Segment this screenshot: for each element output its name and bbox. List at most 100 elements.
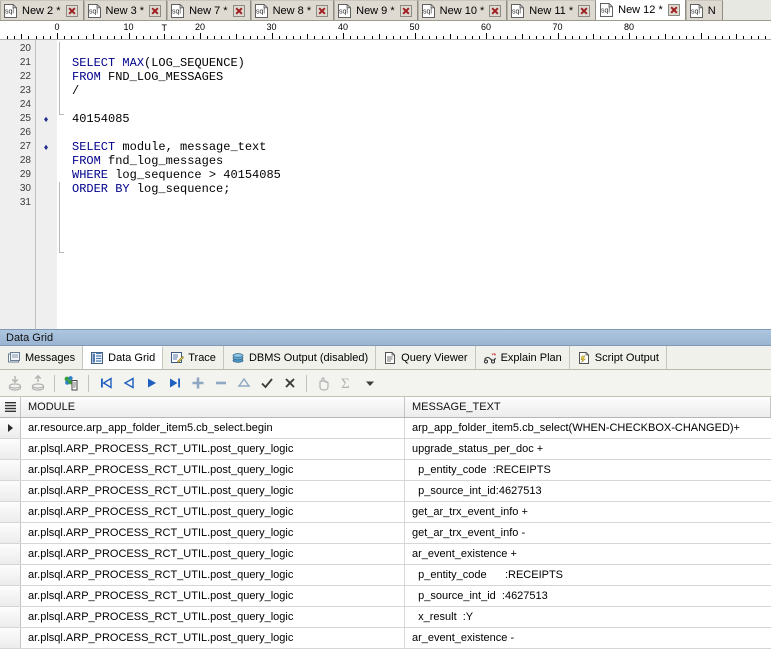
row-selector[interactable] xyxy=(0,607,21,627)
cell-module[interactable]: ar.plsql.ARP_PROCESS_RCT_UTIL.post_query… xyxy=(21,544,405,564)
bookmark-marker-column[interactable]: ♦ ♦ xyxy=(36,40,56,329)
cell-module[interactable]: ar.plsql.ARP_PROCESS_RCT_UTIL.post_query… xyxy=(21,607,405,627)
row-selector[interactable] xyxy=(0,586,21,606)
editor-tab-7[interactable]: sql New 11 * xyxy=(507,0,597,20)
commit-button[interactable] xyxy=(256,373,277,394)
grid-menu-icon xyxy=(4,402,16,412)
first-record-button[interactable] xyxy=(95,373,116,394)
row-selector[interactable] xyxy=(0,544,21,564)
editor-tab-2[interactable]: sql New 3 * xyxy=(83,0,168,20)
sql-text: / xyxy=(72,84,80,98)
more-options-button[interactable] xyxy=(359,373,380,394)
cell-module[interactable]: ar.plsql.ARP_PROCESS_RCT_UTIL.post_query… xyxy=(21,481,405,501)
results-tab-script-output[interactable]: Script Output xyxy=(569,346,667,369)
ruler-tick xyxy=(149,36,151,39)
close-icon[interactable] xyxy=(578,4,591,17)
editor-tab-3[interactable]: sql New 7 * xyxy=(167,0,251,20)
table-row[interactable]: ar.plsql.ARP_PROCESS_RCT_UTIL.post_query… xyxy=(0,565,771,586)
cell-module[interactable]: ar.plsql.ARP_PROCESS_RCT_UTIL.post_query… xyxy=(21,502,405,522)
close-icon[interactable] xyxy=(232,4,245,17)
table-row[interactable]: ar.plsql.ARP_PROCESS_RCT_UTIL.post_query… xyxy=(0,628,771,649)
editor-tab-9[interactable]: sql N xyxy=(685,0,723,20)
cell-message-text[interactable]: x_result :Y xyxy=(405,607,771,627)
column-header-message-text[interactable]: MESSAGE_TEXT xyxy=(405,397,771,417)
close-icon[interactable] xyxy=(65,4,78,17)
row-selector[interactable] xyxy=(0,481,21,501)
cell-module[interactable]: ar.resource.arp_app_folder_item5.cb_sele… xyxy=(21,418,405,438)
rollback-button[interactable] xyxy=(279,373,300,394)
cell-message-text[interactable]: get_ar_trx_event_info - xyxy=(405,523,771,543)
cell-module[interactable]: ar.plsql.ARP_PROCESS_RCT_UTIL.post_query… xyxy=(21,628,405,648)
close-icon[interactable] xyxy=(149,4,162,17)
ruler-tick xyxy=(178,36,180,39)
ruler-tick xyxy=(543,36,545,39)
delete-record-button[interactable] xyxy=(210,373,231,394)
row-selector[interactable] xyxy=(0,565,21,585)
row-selector[interactable] xyxy=(0,439,21,459)
editor-tab-label: New 7 * xyxy=(189,4,228,17)
ruler-tick xyxy=(142,36,144,39)
editor-tab-1[interactable]: sql New 2 * xyxy=(0,0,84,20)
data-grid[interactable]: MODULE MESSAGE_TEXT ar.resource.arp_app_… xyxy=(0,397,771,649)
previous-record-button[interactable] xyxy=(118,373,139,394)
cell-message-text[interactable]: p_entity_code :RECEIPTS xyxy=(405,460,771,480)
editor-tab-6[interactable]: sql New 10 * xyxy=(417,0,508,20)
cell-module[interactable]: ar.plsql.ARP_PROCESS_RCT_UTIL.post_query… xyxy=(21,565,405,585)
table-row[interactable]: ar.plsql.ARP_PROCESS_RCT_UTIL.post_query… xyxy=(0,502,771,523)
table-row[interactable]: ar.plsql.ARP_PROCESS_RCT_UTIL.post_query… xyxy=(0,586,771,607)
cell-message-text[interactable]: p_source_int_id:4627513 xyxy=(405,481,771,501)
cell-message-text[interactable]: ar_event_existence + xyxy=(405,544,771,564)
cell-message-text[interactable]: get_ar_trx_event_info + xyxy=(405,502,771,522)
close-icon[interactable] xyxy=(667,4,680,16)
results-tab-data-grid[interactable]: Data Grid xyxy=(83,346,164,369)
ruler-tick xyxy=(307,34,309,39)
table-row[interactable]: ar.plsql.ARP_PROCESS_RCT_UTIL.post_query… xyxy=(0,460,771,481)
row-selector[interactable] xyxy=(0,628,21,648)
insert-record-button[interactable] xyxy=(187,373,208,394)
results-tab-query-viewer[interactable]: Query Viewer xyxy=(376,346,476,369)
duplicate-record-button[interactable] xyxy=(233,373,254,394)
row-selector[interactable] xyxy=(0,418,21,438)
cell-message-text[interactable]: p_source_int_id :4627513 xyxy=(405,586,771,606)
data-grid-toolbar[interactable]: Σ xyxy=(0,370,771,397)
cell-message-text[interactable]: ar_event_existence - xyxy=(405,628,771,648)
row-selector[interactable] xyxy=(0,460,21,480)
code-fold-column[interactable] xyxy=(56,40,65,329)
code-text-area[interactable]: SELECT MAX(LOG_SEQUENCE) FROM FND_LOG_MES… xyxy=(65,40,771,329)
cell-message-text[interactable]: upgrade_status_per_doc + xyxy=(405,439,771,459)
cell-module[interactable]: ar.plsql.ARP_PROCESS_RCT_UTIL.post_query… xyxy=(21,523,405,543)
results-tab-explain-plan[interactable]: Explain Plan xyxy=(475,346,570,369)
data-grid-body[interactable]: ar.resource.arp_app_folder_item5.cb_sele… xyxy=(0,418,771,649)
table-row[interactable]: ar.plsql.ARP_PROCESS_RCT_UTIL.post_query… xyxy=(0,607,771,628)
next-record-button[interactable] xyxy=(141,373,162,394)
close-icon[interactable] xyxy=(489,4,502,17)
last-record-button[interactable] xyxy=(164,373,185,394)
editor-tab-strip[interactable]: sql New 2 * sql New 3 * sql New 7 * sql New 8 *… xyxy=(0,0,771,21)
cell-message-text[interactable]: arp_app_folder_item5.cb_select(WHEN-CHEC… xyxy=(405,418,771,438)
row-selector[interactable] xyxy=(0,523,21,543)
close-icon[interactable] xyxy=(316,4,329,17)
grid-select-all-corner[interactable] xyxy=(0,397,21,417)
table-row[interactable]: ar.plsql.ARP_PROCESS_RCT_UTIL.post_query… xyxy=(0,523,771,544)
table-row[interactable]: ar.plsql.ARP_PROCESS_RCT_UTIL.post_query… xyxy=(0,439,771,460)
editor-tab-8[interactable]: sql New 12 * xyxy=(596,0,686,20)
results-tab-messages[interactable]: Messages xyxy=(0,346,84,369)
table-row[interactable]: ar.resource.arp_app_folder_item5.cb_sele… xyxy=(0,418,771,439)
cell-module[interactable]: ar.plsql.ARP_PROCESS_RCT_UTIL.post_query… xyxy=(21,460,405,480)
results-tab-trace[interactable]: Trace xyxy=(163,346,224,369)
row-selector[interactable] xyxy=(0,502,21,522)
table-row[interactable]: ar.plsql.ARP_PROCESS_RCT_UTIL.post_query… xyxy=(0,481,771,502)
sql-editor[interactable]: 20 21 22 23 24 25 26 27 28 29 30 31 ♦ ♦ SELECT MAX(L… xyxy=(0,40,771,329)
close-icon[interactable] xyxy=(399,4,412,17)
results-tab-bar[interactable]: Messages Data Grid Trace DBMS Output (disab… xyxy=(0,346,771,370)
cell-module[interactable]: ar.plsql.ARP_PROCESS_RCT_UTIL.post_query… xyxy=(21,586,405,606)
editor-tab-5[interactable]: sql New 9 * xyxy=(334,0,418,20)
copy-to-clipboard-button[interactable] xyxy=(61,373,82,394)
cell-message-text[interactable]: p_entity_code :RECEIPTS xyxy=(405,565,771,585)
ruler-tick xyxy=(271,33,273,39)
column-header-module[interactable]: MODULE xyxy=(21,397,405,417)
cell-module[interactable]: ar.plsql.ARP_PROCESS_RCT_UTIL.post_query… xyxy=(21,439,405,459)
table-row[interactable]: ar.plsql.ARP_PROCESS_RCT_UTIL.post_query… xyxy=(0,544,771,565)
results-tab-dbms-output-disabled[interactable]: DBMS Output (disabled) xyxy=(223,346,377,369)
editor-tab-4[interactable]: sql New 8 * xyxy=(250,0,335,20)
